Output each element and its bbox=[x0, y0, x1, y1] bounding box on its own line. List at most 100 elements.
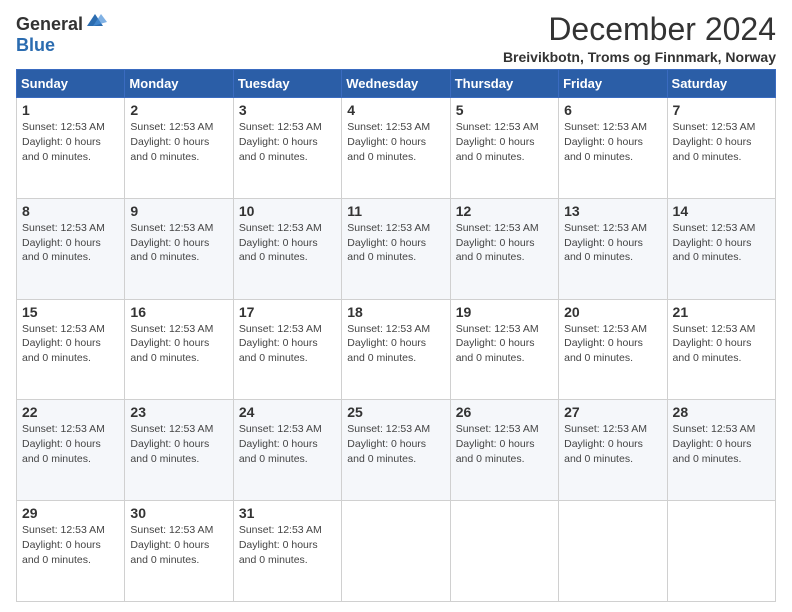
logo-icon bbox=[83, 12, 107, 30]
table-row: 28Sunset: 12:53 AM Daylight: 0 hours and… bbox=[667, 400, 775, 501]
calendar-week-row: 15 Sunset: 12:53 AM Daylight: 0 hours and… bbox=[17, 299, 776, 400]
table-row: 9Sunset: 12:53 AM Daylight: 0 hours and … bbox=[125, 198, 233, 299]
table-row: 6 Sunset: 12:53 AM Daylight: 0 hours and … bbox=[559, 98, 667, 199]
table-row: 13 Sunset: 12:53 AM Daylight: 0 hours and… bbox=[559, 198, 667, 299]
table-row: 1Sunset: 12:53 AM Daylight: 0 hours and … bbox=[17, 98, 125, 199]
day-number: 18 bbox=[347, 304, 444, 320]
day-number: 23 bbox=[130, 404, 227, 420]
table-row: 29 Sunset: 12:53 AM Daylight: 0 hours and… bbox=[17, 501, 125, 602]
day-info: Sunset: 12:53 AM Daylight: 0 hours and 0… bbox=[22, 221, 119, 265]
header-row: General Blue December 2024 Breivikbotn, … bbox=[16, 12, 776, 65]
day-info: Sunset: 12:53 AM Daylight: 0 hours and 0… bbox=[347, 322, 444, 366]
table-row: 26Sunset: 12:53 AM Daylight: 0 hours and… bbox=[450, 400, 558, 501]
day-number: 5 bbox=[456, 102, 553, 118]
day-info: Sunset: 12:53 AM Daylight: 0 hours and 0… bbox=[22, 322, 119, 366]
day-info: Sunset: 12:53 AM Daylight: 0 hours and 0… bbox=[456, 120, 553, 164]
day-number: 27 bbox=[564, 404, 661, 420]
day-info: Sunset: 12:53 AM Daylight: 0 hours and 0… bbox=[564, 322, 661, 366]
calendar-week-row: 22Sunset: 12:53 AM Daylight: 0 hours and… bbox=[17, 400, 776, 501]
day-info: Sunset: 12:53 AM Daylight: 0 hours and 0… bbox=[22, 120, 119, 164]
logo-text: General Blue bbox=[16, 12, 107, 56]
day-info: Sunset: 12:53 AM Daylight: 0 hours and 0… bbox=[239, 523, 336, 567]
col-friday: Friday bbox=[559, 70, 667, 98]
col-wednesday: Wednesday bbox=[342, 70, 450, 98]
day-number: 3 bbox=[239, 102, 336, 118]
table-row: 15 Sunset: 12:53 AM Daylight: 0 hours and… bbox=[17, 299, 125, 400]
day-number: 12 bbox=[456, 203, 553, 219]
table-row: 8 Sunset: 12:53 AM Daylight: 0 hours and … bbox=[17, 198, 125, 299]
day-number: 16 bbox=[130, 304, 227, 320]
logo-general: General bbox=[16, 14, 83, 34]
day-info: Sunset: 12:53 AM Daylight: 0 hours and 0… bbox=[22, 523, 119, 567]
day-number: 6 bbox=[564, 102, 661, 118]
day-number: 15 bbox=[22, 304, 119, 320]
day-number: 2 bbox=[130, 102, 227, 118]
calendar-week-row: 29 Sunset: 12:53 AM Daylight: 0 hours and… bbox=[17, 501, 776, 602]
col-tuesday: Tuesday bbox=[233, 70, 341, 98]
title-block: December 2024 Breivikbotn, Troms og Finn… bbox=[503, 12, 776, 65]
day-info: Sunset: 12:53 AM Daylight: 0 hours and 0… bbox=[673, 221, 770, 265]
day-number: 7 bbox=[673, 102, 770, 118]
day-number: 4 bbox=[347, 102, 444, 118]
day-number: 24 bbox=[239, 404, 336, 420]
logo-blue: Blue bbox=[16, 35, 55, 55]
calendar-week-row: 8 Sunset: 12:53 AM Daylight: 0 hours and … bbox=[17, 198, 776, 299]
table-row: 7 Sunset: 12:53 AM Daylight: 0 hours and … bbox=[667, 98, 775, 199]
day-info: Sunset: 12:53 AM Daylight: 0 hours and 0… bbox=[239, 422, 336, 466]
day-number: 30 bbox=[130, 505, 227, 521]
day-info: Sunset: 12:53 AM Daylight: 0 hours and 0… bbox=[239, 322, 336, 366]
day-number: 21 bbox=[673, 304, 770, 320]
table-row: 12 Sunset: 12:53 AM Daylight: 0 hours and… bbox=[450, 198, 558, 299]
page: General Blue December 2024 Breivikbotn, … bbox=[0, 0, 792, 612]
table-row: 20 Sunset: 12:53 AM Daylight: 0 hours and… bbox=[559, 299, 667, 400]
day-info: Sunset: 12:53 AM Daylight: 0 hours and 0… bbox=[456, 322, 553, 366]
day-info: Sunset: 12:53 AM Daylight: 0 hours and 0… bbox=[130, 523, 227, 567]
day-number: 29 bbox=[22, 505, 119, 521]
calendar-week-row: 1Sunset: 12:53 AM Daylight: 0 hours and … bbox=[17, 98, 776, 199]
day-number: 14 bbox=[673, 203, 770, 219]
table-row: 11 Sunset: 12:53 AM Daylight: 0 hours and… bbox=[342, 198, 450, 299]
table-row: 17 Sunset: 12:53 AM Daylight: 0 hours and… bbox=[233, 299, 341, 400]
day-number: 31 bbox=[239, 505, 336, 521]
day-info: Sunset: 12:53 AM Daylight: 0 hours and 0… bbox=[456, 221, 553, 265]
day-info: Sunset: 12:53 AM Daylight: 0 hours and 0… bbox=[564, 120, 661, 164]
day-info: Sunset: 12:53 AM Daylight: 0 hours and 0… bbox=[564, 422, 661, 466]
table-row: 14 Sunset: 12:53 AM Daylight: 0 hours and… bbox=[667, 198, 775, 299]
day-info: Sunset: 12:53 AM Daylight: 0 hours and 0… bbox=[673, 120, 770, 164]
table-row: 5 Sunset: 12:53 AM Daylight: 0 hours and … bbox=[450, 98, 558, 199]
day-info: Sunset: 12:53 AM Daylight: 0 hours and 0… bbox=[347, 221, 444, 265]
month-year: December 2024 bbox=[503, 12, 776, 47]
day-number: 26 bbox=[456, 404, 553, 420]
day-info: Sunset: 12:53 AM Daylight: 0 hours and 0… bbox=[130, 221, 227, 265]
table-row: 16 Sunset: 12:53 AM Daylight: 0 hours and… bbox=[125, 299, 233, 400]
day-number: 11 bbox=[347, 203, 444, 219]
table-row: 21Sunset: 12:53 AM Daylight: 0 hours and… bbox=[667, 299, 775, 400]
table-row bbox=[667, 501, 775, 602]
table-row: 25Sunset: 12:53 AM Daylight: 0 hours and… bbox=[342, 400, 450, 501]
table-row bbox=[450, 501, 558, 602]
day-number: 13 bbox=[564, 203, 661, 219]
table-row bbox=[559, 501, 667, 602]
table-row: 31 Sunset: 12:53 AM Daylight: 0 hours and… bbox=[233, 501, 341, 602]
table-row: 22Sunset: 12:53 AM Daylight: 0 hours and… bbox=[17, 400, 125, 501]
day-info: Sunset: 12:53 AM Daylight: 0 hours and 0… bbox=[239, 221, 336, 265]
day-info: Sunset: 12:53 AM Daylight: 0 hours and 0… bbox=[347, 422, 444, 466]
table-row: 23Sunset: 12:53 AM Daylight: 0 hours and… bbox=[125, 400, 233, 501]
col-monday: Monday bbox=[125, 70, 233, 98]
day-number: 8 bbox=[22, 203, 119, 219]
table-row: 2 Sunset: 12:53 AM Daylight: 0 hours and … bbox=[125, 98, 233, 199]
day-number: 28 bbox=[673, 404, 770, 420]
table-row: 3 Sunset: 12:53 AM Daylight: 0 hours and … bbox=[233, 98, 341, 199]
day-info: Sunset: 12:53 AM Daylight: 0 hours and 0… bbox=[239, 120, 336, 164]
day-info: Sunset: 12:53 AM Daylight: 0 hours and 0… bbox=[347, 120, 444, 164]
col-saturday: Saturday bbox=[667, 70, 775, 98]
day-info: Sunset: 12:53 AM Daylight: 0 hours and 0… bbox=[130, 322, 227, 366]
col-sunday: Sunday bbox=[17, 70, 125, 98]
day-number: 20 bbox=[564, 304, 661, 320]
table-row: 18 Sunset: 12:53 AM Daylight: 0 hours and… bbox=[342, 299, 450, 400]
day-info: Sunset: 12:53 AM Daylight: 0 hours and 0… bbox=[22, 422, 119, 466]
day-number: 17 bbox=[239, 304, 336, 320]
table-row bbox=[342, 501, 450, 602]
day-info: Sunset: 12:53 AM Daylight: 0 hours and 0… bbox=[564, 221, 661, 265]
day-info: Sunset: 12:53 AM Daylight: 0 hours and 0… bbox=[130, 120, 227, 164]
